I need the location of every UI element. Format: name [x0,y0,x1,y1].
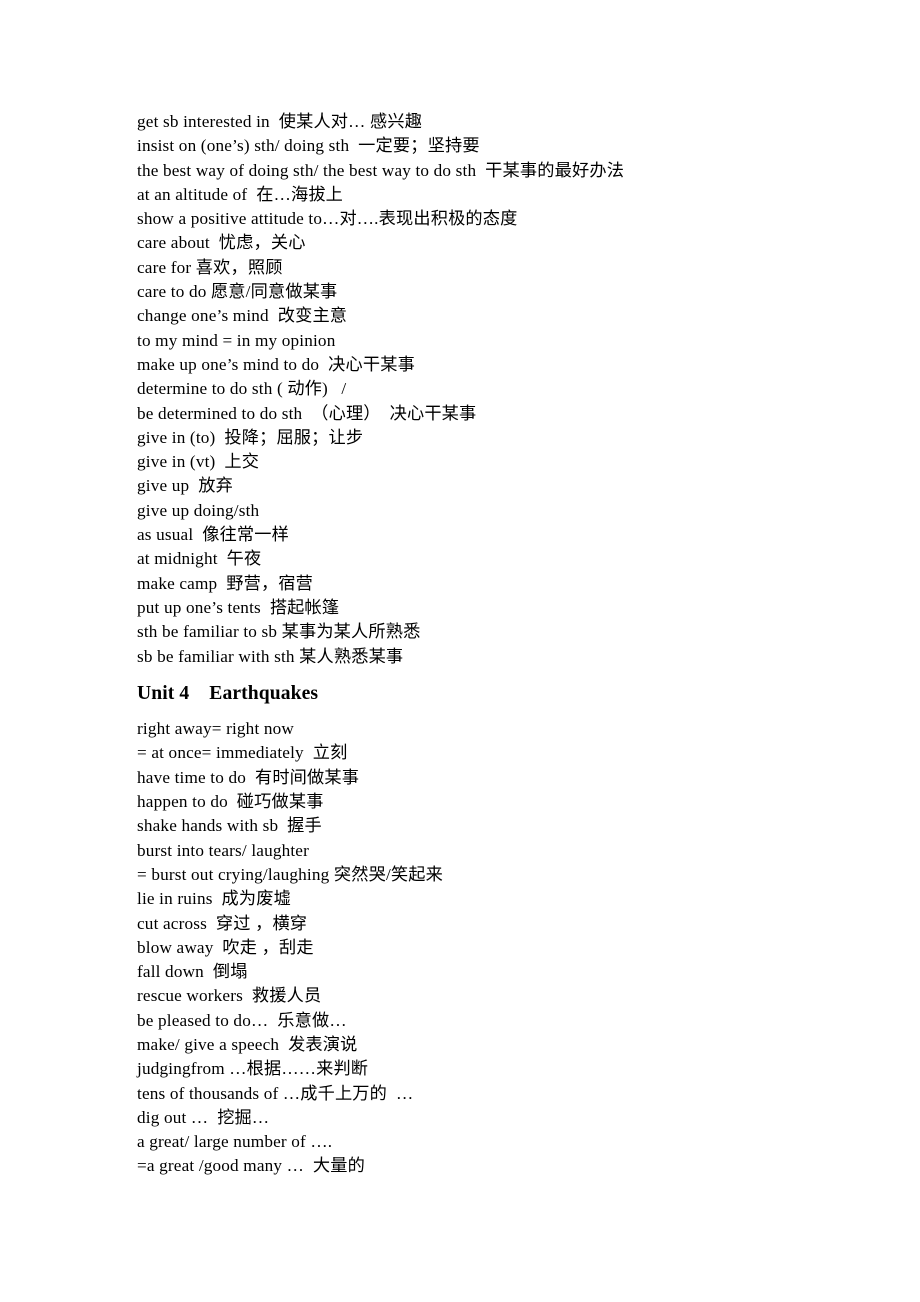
phrase-line: determine to do sth ( 动作) / [137,379,347,399]
phrase-line: =a great /good many … 大量的 [137,1156,366,1176]
phrase-line: right away= right now [137,719,294,739]
phrase-list-unit-3-continued: get sb interested in 使某人对… 感兴趣 insist on… [137,110,837,669]
phrase-line: at an altitude of 在…海拔上 [137,184,344,204]
phrase-line: put up one’s tents 搭起帐篷 [137,597,340,617]
phrase-line: cut across 穿过 ，横穿 [137,913,308,933]
phrase-line: give in (vt) 上交 [137,452,260,472]
phrase-line: make up one’s mind to do 决心干某事 [137,354,415,374]
phrase-list-unit-4: right away= right now = at once= immedia… [137,717,837,1179]
phrase-line: change one’s mind 改变主意 [137,306,348,326]
phrase-line: show a positive attitude to…对….表现出积极的态度 [137,209,518,229]
phrase-line: be pleased to do… 乐意做… [137,1010,347,1030]
phrase-line: = burst out crying/laughing 突然哭/笑起来 [137,864,443,884]
phrase-line: insist on (one’s) sth/ doing sth 一定要；坚持要 [137,136,480,156]
phrase-line: get sb interested in 使某人对… 感兴趣 [137,112,423,131]
phrase-line: shake hands with sb 握手 [137,816,322,836]
phrase-line: dig out … 挖掘… [137,1107,270,1127]
phrase-line: sb be familiar with sth 某人熟悉某事 [137,646,404,666]
phrase-line: sth be familiar to sb 某事为某人所熟悉 [137,622,421,642]
phrase-line: = at once= immediately 立刻 [137,743,348,763]
phrase-line: lie in ruins 成为废墟 [137,889,291,909]
phrase-line: judgingfrom …根据……来判断 [137,1059,369,1079]
phrase-line: have time to do 有时间做某事 [137,767,360,787]
phrase-line: fall down 倒塌 [137,962,248,982]
phrase-line: burst into tears/ laughter [137,840,310,860]
phrase-line: rescue workers 救援人员 [137,986,322,1006]
phrase-line: the best way of doing sth/ the best way … [137,160,625,180]
phrase-line: to my mind = in my opinion [137,330,336,350]
phrase-line: care to do 愿意/同意做某事 [137,282,338,302]
phrase-line: care about 忧虑，关心 [137,233,306,253]
phrase-line: at midnight 午夜 [137,549,262,569]
phrase-line: give in (to) 投降；屈服；让步 [137,427,364,447]
document-body: get sb interested in 使某人对… 感兴趣 insist on… [137,110,837,1179]
phrase-line: give up 放弃 [137,476,233,496]
phrase-line: tens of thousands of …成千上万的 … [137,1083,414,1103]
unit-heading: Unit 4 Earthquakes [137,682,319,704]
phrase-line: care for 喜欢，照顾 [137,257,283,277]
phrase-line: give up doing/sth [137,500,260,520]
phrase-line: as usual 像往常一样 [137,525,290,545]
phrase-line: be determined to do sth （心理） 决心干某事 [137,403,477,423]
phrase-line: happen to do 碰巧做某事 [137,792,324,812]
phrase-line: make/ give a speech 发表演说 [137,1034,358,1054]
phrase-line: blow away 吹走 ，刮走 [137,937,314,957]
document-page: get sb interested in 使某人对… 感兴趣 insist on… [0,0,920,1302]
phrase-line: make camp 野营，宿营 [137,573,314,593]
phrase-line: a great/ large number of …. [137,1132,333,1152]
